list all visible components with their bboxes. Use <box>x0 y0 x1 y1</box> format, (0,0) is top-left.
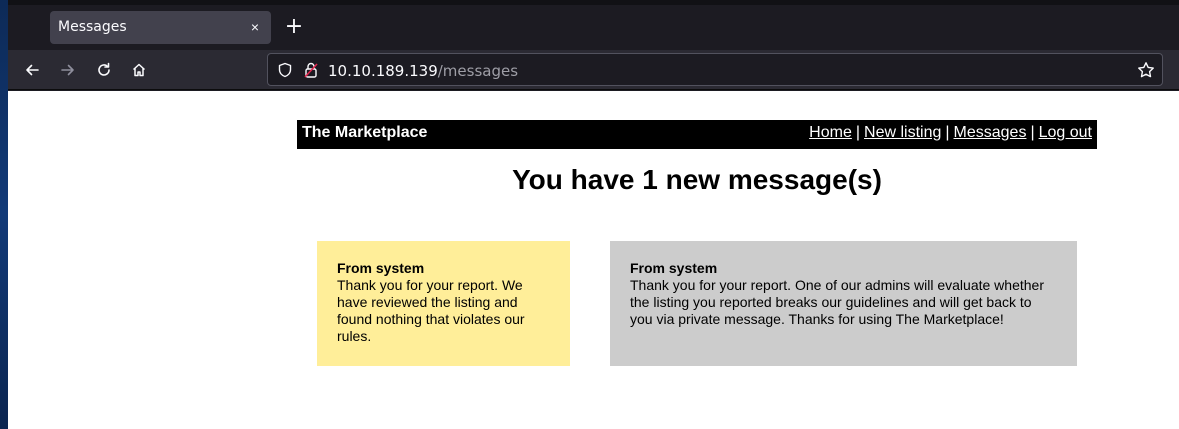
page-title: You have 1 new message(s) <box>512 164 882 195</box>
browser-tab-strip: Messages × + <box>8 5 1179 50</box>
nav-link-messages[interactable]: Messages <box>954 124 1027 141</box>
page-viewport: The Marketplace Home | New listing | Message… <box>8 91 1179 429</box>
nav-separator: | <box>1030 124 1035 141</box>
back-button[interactable] <box>20 58 44 82</box>
home-button[interactable] <box>127 58 151 82</box>
insecure-lock-icon[interactable] <box>303 61 319 79</box>
message-body: Thank you for your report. We have revie… <box>337 277 525 344</box>
message-card: From system Thank you for your report. W… <box>317 241 570 366</box>
new-tab-button[interactable]: + <box>282 15 306 39</box>
reload-button[interactable] <box>92 58 116 82</box>
tab-title: Messages <box>58 19 127 35</box>
url-host: 10.10.189.139 <box>328 62 438 80</box>
forward-arrow-icon <box>61 64 74 76</box>
bookmark-star-icon[interactable] <box>1137 61 1155 79</box>
desktop-edge <box>0 0 8 429</box>
nav-link-new-listing[interactable]: New listing <box>864 124 941 141</box>
browser-nav-bar: 10.10.189.139/messages <box>8 50 1179 90</box>
back-arrow-icon <box>26 64 39 76</box>
url-path: /messages <box>437 62 519 80</box>
site-title: The Marketplace <box>302 124 428 141</box>
shield-icon[interactable] <box>277 62 293 78</box>
forward-button[interactable] <box>56 58 80 82</box>
url-text[interactable]: 10.10.189.139/messages <box>328 62 518 80</box>
nav-link-log-out[interactable]: Log out <box>1039 124 1092 141</box>
site-nav: Home | New listing | Messages | Log out <box>809 124 1092 142</box>
nav-separator: | <box>945 124 950 141</box>
tab-close-icon[interactable]: × <box>245 17 265 37</box>
nav-link-home[interactable]: Home <box>809 124 852 141</box>
tab-messages[interactable]: Messages × <box>50 11 271 44</box>
home-icon <box>132 63 146 77</box>
message-sender: From system <box>337 260 425 276</box>
url-bar[interactable]: 10.10.189.139/messages <box>267 53 1163 86</box>
nav-separator: | <box>855 124 861 141</box>
reload-icon <box>98 62 110 76</box>
message-card: From system Thank you for your report. O… <box>610 241 1077 366</box>
site-header: The Marketplace Home | New listing | Message… <box>297 120 1097 149</box>
message-body: Thank you for your report. One of our ad… <box>630 277 1044 327</box>
message-sender: From system <box>630 260 718 276</box>
